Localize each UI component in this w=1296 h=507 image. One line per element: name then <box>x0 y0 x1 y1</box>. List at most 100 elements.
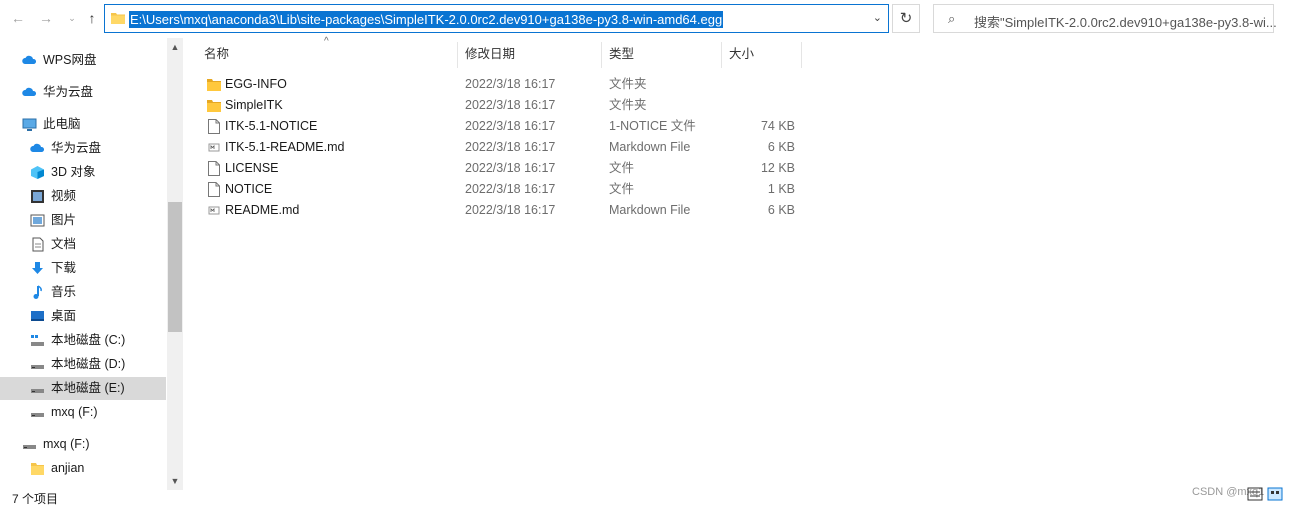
file-row[interactable]: ITK-5.1-README.md 2022/3/18 16:17 Markdo… <box>200 137 820 158</box>
music-icon <box>33 285 42 299</box>
markdown-file-icon <box>208 206 220 215</box>
file-type: 文件夹 <box>609 98 647 112</box>
sidebar-item-this-pc[interactable]: 此电脑 <box>0 113 166 136</box>
file-icon <box>208 161 220 176</box>
file-date: 2022/3/18 16:17 <box>465 77 556 91</box>
download-icon <box>32 262 43 274</box>
cloud-icon <box>22 55 37 64</box>
back-arrow-icon[interactable]: ← <box>8 8 28 28</box>
file-row[interactable]: LICENSE 2022/3/18 16:17 文件 12 KB <box>200 158 820 179</box>
document-icon <box>32 237 44 252</box>
scroll-down-chevron-icon[interactable]: ▼ <box>167 476 183 486</box>
file-row[interactable]: SimpleITK 2022/3/18 16:17 文件夹 <box>200 95 820 116</box>
refresh-button[interactable]: ↻ <box>892 4 920 33</box>
scrollbar-thumb[interactable] <box>168 202 182 332</box>
file-type: Markdown File <box>609 140 691 154</box>
file-size: 74 KB <box>760 119 795 133</box>
file-date: 2022/3/18 16:17 <box>465 98 556 112</box>
cloud-icon <box>30 143 45 152</box>
sidebar-item-anjian[interactable]: anjian <box>0 457 166 480</box>
sort-ascending-chevron-icon: ^ <box>324 36 329 47</box>
cloud-icon <box>22 87 37 96</box>
file-icon <box>208 182 220 197</box>
navigation-bar: ← → ⌄ ↑ E:\Users\mxq\anaconda3\Lib\site-… <box>0 0 1296 38</box>
sidebar-scrollbar[interactable]: ▲ ▼ <box>167 38 183 490</box>
address-path[interactable]: E:\Users\mxq\anaconda3\Lib\site-packages… <box>129 11 724 28</box>
sidebar-item-videos[interactable]: 视频 <box>0 185 166 208</box>
sidebar-item-drive-c[interactable]: 本地磁盘 (C:) <box>0 329 166 352</box>
file-date: 2022/3/18 16:17 <box>465 182 556 196</box>
file-name: LICENSE <box>225 161 279 175</box>
drive-icon <box>31 365 44 369</box>
file-name: ITK-5.1-NOTICE <box>225 119 318 133</box>
video-icon <box>31 190 44 203</box>
search-placeholder[interactable]: 搜索"SimpleITK-2.0.0rc2.dev910+ga138e-py3.… <box>974 12 1277 31</box>
search-icon: ⌕ <box>948 11 956 26</box>
sidebar-item-drive-f-root[interactable]: mxq (F:) <box>0 433 166 456</box>
view-mode-icon[interactable] <box>1246 486 1286 502</box>
drive-icon <box>31 413 44 417</box>
file-row[interactable]: NOTICE 2022/3/18 16:17 文件 1 KB <box>200 179 820 200</box>
sidebar-item-documents[interactable]: 文档 <box>0 233 166 256</box>
file-size: 12 KB <box>760 161 795 175</box>
file-name: SimpleITK <box>225 98 283 112</box>
file-type: 文件夹 <box>609 77 647 91</box>
computer-icon <box>22 118 37 131</box>
file-date: 2022/3/18 16:17 <box>465 161 556 175</box>
column-header-size[interactable]: 大小 <box>729 38 754 70</box>
file-name: ITK-5.1-README.md <box>225 140 345 154</box>
column-header-date[interactable]: 修改日期 <box>465 38 515 70</box>
file-type: Markdown File <box>609 203 691 217</box>
item-count: 7 个项目 <box>12 492 59 506</box>
search-box[interactable]: ⌕ 搜索"SimpleITK-2.0.0rc2.dev910+ga138e-py… <box>933 4 1277 33</box>
cube-icon <box>31 166 44 179</box>
file-type: 1-NOTICE 文件 <box>609 119 696 133</box>
file-date: 2022/3/18 16:17 <box>465 119 556 133</box>
column-divider[interactable] <box>721 42 722 68</box>
address-dropdown-chevron-icon[interactable]: ⌄ <box>873 11 882 24</box>
file-size: 6 KB <box>767 140 795 154</box>
file-name: NOTICE <box>225 182 273 196</box>
scroll-up-chevron-icon[interactable]: ▲ <box>167 42 183 52</box>
column-header-type[interactable]: 类型 <box>609 38 634 70</box>
sidebar-item-huawei-cloud-pc[interactable]: 华为云盘 <box>0 137 166 160</box>
sidebar-item-drive-d[interactable]: 本地磁盘 (D:) <box>0 353 166 376</box>
up-arrow-icon[interactable]: ↑ <box>82 8 102 28</box>
folder-icon <box>207 100 221 112</box>
sidebar-item-music[interactable]: 音乐 <box>0 281 166 304</box>
desktop-icon <box>31 311 44 321</box>
file-list: ^ 名称 修改日期 类型 大小 EGG-INFO 2022/3/18 16:17… <box>200 36 1296 490</box>
column-divider[interactable] <box>801 42 802 68</box>
markdown-file-icon <box>208 143 220 152</box>
file-date: 2022/3/18 16:17 <box>465 140 556 154</box>
sidebar-item-huawei-cloud[interactable]: 华为云盘 <box>0 81 166 104</box>
column-divider[interactable] <box>457 42 458 68</box>
file-row[interactable]: README.md 2022/3/18 16:17 Markdown File … <box>200 200 820 221</box>
drive-icon <box>31 389 44 393</box>
file-type: 文件 <box>609 161 635 175</box>
file-icon <box>208 119 220 134</box>
file-size: 6 KB <box>767 203 795 217</box>
column-divider[interactable] <box>601 42 602 68</box>
folder-icon <box>207 79 221 91</box>
file-name: EGG-INFO <box>225 77 287 91</box>
file-date: 2022/3/18 16:17 <box>465 203 556 217</box>
sidebar-item-wps-cloud[interactable]: WPS网盘 <box>0 49 166 72</box>
address-bar[interactable]: E:\Users\mxq\anaconda3\Lib\site-packages… <box>104 4 889 33</box>
picture-icon <box>30 214 45 227</box>
file-row[interactable]: EGG-INFO 2022/3/18 16:17 文件夹 <box>200 74 820 95</box>
forward-arrow-icon[interactable]: → <box>36 8 56 28</box>
navigation-pane: WPS网盘 华为云盘 此电脑 华为云盘 3D 对象 视频 图片 文档 下载 音乐… <box>0 38 183 490</box>
column-header-name[interactable]: 名称 <box>204 38 229 70</box>
sidebar-item-pictures[interactable]: 图片 <box>0 209 166 232</box>
drive-icon <box>31 335 44 346</box>
sidebar-item-drive-e[interactable]: 本地磁盘 (E:) <box>0 377 166 400</box>
drive-icon <box>23 445 36 449</box>
folder-icon <box>111 13 125 24</box>
sidebar-item-downloads[interactable]: 下载 <box>0 257 166 280</box>
sidebar-item-3d-objects[interactable]: 3D 对象 <box>0 161 166 184</box>
recent-locations-chevron-icon[interactable]: ⌄ <box>62 8 82 28</box>
sidebar-item-desktop[interactable]: 桌面 <box>0 305 166 328</box>
sidebar-item-drive-f[interactable]: mxq (F:) <box>0 401 166 424</box>
file-row[interactable]: ITK-5.1-NOTICE 2022/3/18 16:17 1-NOTICE … <box>200 116 820 137</box>
